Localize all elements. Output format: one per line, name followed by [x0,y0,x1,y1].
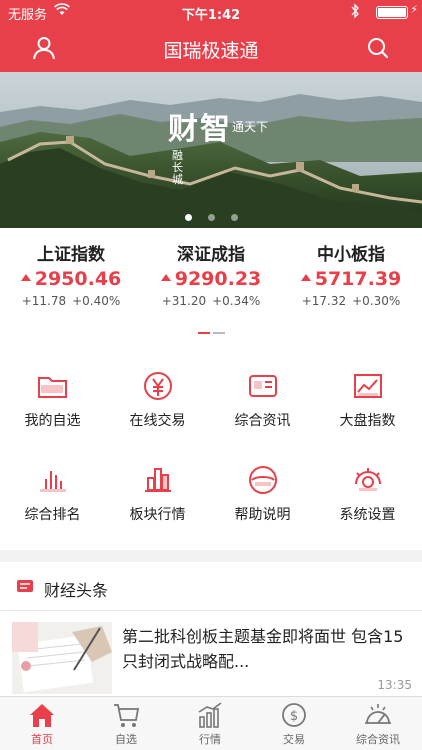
index-card-sme[interactable]: 中小板指 5717.39 +17.32 +0.30% [281,240,421,308]
menu-label: 综合资讯 [234,413,291,429]
tab-label: 首页 [31,733,53,746]
tab-market[interactable]: 行情 [168,701,252,747]
page-title: 国瑞极速通 [163,40,259,62]
radar-icon [365,704,391,724]
menu-label: 帮助说明 [234,507,291,523]
index-value: 2950.46 [1,268,141,290]
message-icon [17,580,33,592]
home-icon [30,704,54,727]
cart-icon [114,704,140,727]
banner-slogan-main: 财智 [168,112,232,147]
section-divider [0,550,422,562]
menu-my-watchlist[interactable]: 我的自选 [0,368,105,430]
index-change: +31.20 +0.34% [141,294,281,308]
index-change-percent: +0.30% [352,294,401,308]
up-arrow-icon [300,274,311,281]
banner-slogan-c: 融长城 [172,149,183,186]
index-change-amount: +17.32 [301,294,347,308]
banner-dot[interactable] [207,214,215,221]
chart-line-icon [353,374,382,398]
menu-online-trading[interactable]: 在线交易 [105,368,210,430]
yuan-circle-icon [143,372,172,400]
dollar-circle-icon: $ [282,703,306,727]
index-change-amount: +11.78 [21,294,67,308]
index-pager[interactable] [198,322,228,341]
banner-pagination[interactable] [0,214,422,221]
charging-icon: ⚡ [410,3,418,16]
index-card-shanghai[interactable]: 上证指数 2950.46 +11.78 +0.40% [1,240,141,308]
folder-star-icon [37,377,67,398]
tab-label: 行情 [199,733,221,746]
banner-slogan-a: 通天下 [232,120,269,134]
sector-bars-icon [144,468,171,492]
index-name: 上证指数 [37,245,105,265]
tab-trade[interactable]: $ 交易 [252,701,336,747]
tab-general-news[interactable]: 综合资讯 [336,701,420,747]
index-card-shenzhen[interactable]: 深证成指 9290.23 +31.20 +0.34% [141,240,281,308]
index-name: 中小板指 [317,245,385,265]
help-circle-icon [248,466,277,494]
bluetooth-icon [350,3,360,23]
market-icon [198,702,222,728]
search-button[interactable] [364,34,392,62]
promo-banner[interactable]: 财智 通天下 融长城 [0,72,422,228]
news-card-icon [248,375,277,397]
banner-dot[interactable] [230,214,238,221]
news-list-item[interactable]: 第二批科创板主题基金即将面世 包含15只封闭式战略配... 13:35 [0,612,422,694]
news-section-title: 财经头条 [44,581,109,600]
menu-label: 板块行情 [129,507,186,523]
up-arrow-icon [20,274,31,281]
top-bar: 无服务 下午1:42 ⚡ 国瑞极速通 [0,0,422,72]
news-separator [0,610,422,611]
index-value: 9290.23 [141,268,281,290]
up-arrow-icon [160,274,171,281]
pager-dot[interactable] [198,331,210,334]
bar-ranking-icon [39,471,66,492]
menu-settings[interactable]: 系统设置 [315,462,420,524]
tab-label: 自选 [115,733,137,746]
tab-watchlist[interactable]: 自选 [84,701,168,747]
search-icon [368,38,389,59]
news-title: 第二批科创板主题基金即将面世 包含15只封闭式战略配... [122,627,404,671]
menu-ranking[interactable]: 综合排名 [0,462,105,524]
tab-home[interactable]: 首页 [0,701,84,747]
index-value-text: 5717.39 [314,268,402,290]
menu-label: 在线交易 [129,413,186,429]
news-thumbnail [12,622,112,694]
menu-label: 大盘指数 [339,413,396,429]
index-change-percent: +0.34% [212,294,261,308]
bottom-tab-bar: 首页 自选 行情 $ 交易 综合资讯 [0,696,422,750]
menu-label: 我的自选 [24,413,81,429]
tab-label: 综合资讯 [356,733,400,746]
menu-help[interactable]: 帮助说明 [210,462,315,524]
index-change-amount: +31.20 [161,294,207,308]
index-value: 5717.39 [281,268,421,290]
menu-general-news[interactable]: 综合资讯 [210,368,315,430]
battery-icon [376,6,408,19]
gear-icon [354,468,381,491]
status-bar: 无服务 下午1:42 ⚡ [0,0,422,24]
index-change-percent: +0.40% [72,294,121,308]
index-value-text: 2950.46 [34,268,122,290]
news-time: 13:35 [377,678,412,692]
index-change: +17.32 +0.30% [281,294,421,308]
menu-label: 系统设置 [339,507,396,523]
menu-sector-quotes[interactable]: 板块行情 [105,462,210,524]
index-name: 深证成指 [177,245,245,265]
svg-text:$: $ [290,709,298,724]
menu-market-index[interactable]: 大盘指数 [315,368,420,430]
tab-label: 交易 [283,733,305,746]
banner-dot[interactable] [184,214,192,221]
index-change: +11.78 +0.40% [1,294,141,308]
index-value-text: 9290.23 [174,268,262,290]
great-wall-image [0,72,422,228]
pager-dot[interactable] [213,331,225,334]
menu-label: 综合排名 [24,507,81,523]
